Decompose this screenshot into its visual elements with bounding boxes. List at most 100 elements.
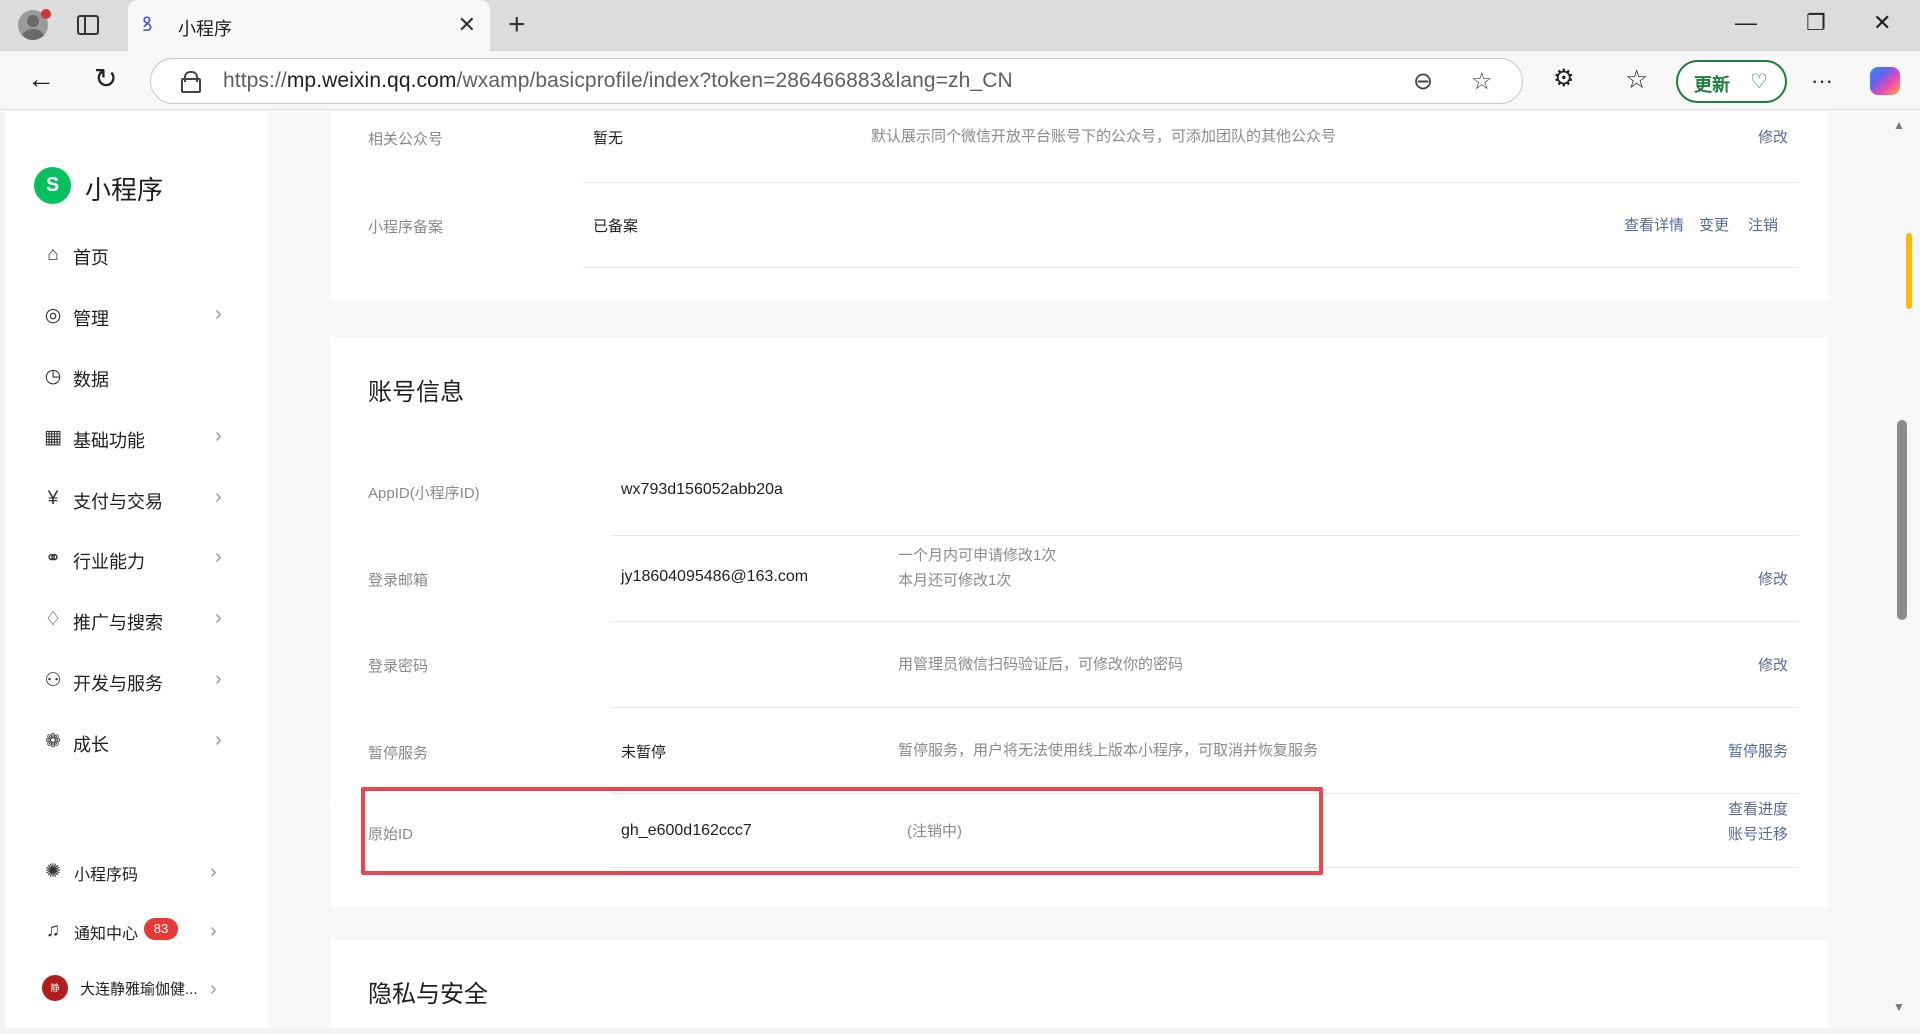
avatar: 静 [42,975,68,1001]
scroll-thumb[interactable] [1897,420,1907,620]
extensions-icon[interactable]: ⚙ [1553,63,1575,95]
growth-badge-icon: ❁ [45,731,61,752]
zoom-out-icon[interactable]: ⊖ [1413,67,1433,96]
favorite-star-icon[interactable]: ☆ [1471,67,1493,96]
profile-notification-dot [41,9,51,19]
url-text[interactable]: https://mp.weixin.qq.com/wxamp/basicprof… [223,69,1013,93]
sidebar-item-label: 支付与交易 [73,492,163,512]
chevron-right-icon: › [215,303,222,325]
scroll-up-arrow-icon[interactable]: ▲ [1893,118,1905,132]
update-button[interactable]: 更新 ♡ [1676,60,1787,103]
account-info-title: 账号信息 [368,379,464,406]
qrcode-icon: ✺ [45,861,61,882]
sidebar-item-basic-features[interactable]: ▦ 基础功能 › [5,418,268,458]
divider [611,535,1799,536]
sidebar-item-growth[interactable]: ❁ 成长 › [5,722,268,762]
chevron-right-icon: › [210,861,217,883]
pause-service-desc: 暂停服务，用户将无法使用线上版本小程序，可取消并恢复服务 [898,742,1319,759]
page-content: S 小程序 ⌂ 首页 ◎ 管理 › ◷ 数据 ▦ 基础功能 › ¥ 支付与交易 … [5,111,1897,1028]
sidebar-account[interactable]: 静 大连静雅瑜伽健... › [5,971,268,1007]
modify-password-link[interactable]: 修改 [1758,653,1788,678]
tab-actions-icon[interactable] [77,15,99,35]
chevron-right-icon: › [210,978,217,1000]
sidebar-item-development[interactable]: ⚇ 开发与服务 › [5,661,268,701]
manage-icon: ◎ [44,305,62,326]
chevron-right-icon: › [215,425,222,447]
sidebar-item-promotion[interactable]: ♢ 推广与搜索 › [5,600,268,640]
pause-service-value: 未暂停 [621,744,667,761]
sidebar: S 小程序 ⌂ 首页 ◎ 管理 › ◷ 数据 ▦ 基础功能 › ¥ 支付与交易 … [5,111,268,1028]
chevron-right-icon: › [215,486,222,508]
back-arrow-icon[interactable]: ← [27,63,55,95]
tab-close-icon[interactable]: ✕ [458,12,476,38]
address-bar[interactable]: https://mp.weixin.qq.com/wxamp/basicprof… [150,58,1523,104]
login-email-value: jy18604095486@163.com [621,568,809,585]
new-tab-button[interactable]: + [508,8,526,42]
account-migration-link[interactable]: 账号迁移 [1728,822,1788,847]
scroll-find-marker [1906,233,1912,309]
sidebar-item-industry[interactable]: ⚭ 行业能力 › [5,539,268,579]
sidebar-notifications[interactable]: ♫ 通知中心 83 › [5,913,268,949]
sidebar-qrcode[interactable]: ✺ 小程序码 › [5,854,268,890]
data-chart-icon: ◷ [44,366,62,387]
reload-icon[interactable]: ↻ [94,63,117,95]
privacy-security-title: 隐私与安全 [368,981,488,1008]
window-close-icon[interactable]: ✕ [1873,10,1891,36]
view-filing-details-link[interactable]: 查看详情 [1624,213,1684,238]
appid-value: wx793d156052abb20a [621,481,783,498]
related-official-account-desc: 默认展示同个微信开放平台账号下的公众号，可添加团队的其他公众号 [871,128,1337,145]
dev-service-icon: ⚇ [44,670,62,691]
related-official-account-label: 相关公众号 [368,131,444,148]
qrcode-label: 小程序码 [74,867,139,884]
miniprogram-favicon-icon: ꝸ [142,14,153,36]
email-desc-1: 一个月内可申请修改1次 [898,547,1057,564]
sidebar-item-home[interactable]: ⌂ 首页 [5,235,268,275]
minimize-icon[interactable]: — [1735,10,1757,36]
sidebar-item-label: 成长 [73,735,109,755]
chevron-right-icon: › [215,668,222,690]
tab-title: 小程序 [178,19,232,39]
notification-count-badge: 83 [144,918,178,940]
sidebar-item-label: 行业能力 [73,552,145,572]
email-desc-2: 本月还可修改1次 [898,572,1012,589]
login-email-label: 登录邮箱 [368,572,429,589]
login-password-label: 登录密码 [368,658,429,675]
browser-tab[interactable]: ꝸ 小程序 ✕ [128,0,490,51]
notify-label: 通知中心 [74,926,139,943]
pause-service-label: 暂停服务 [368,745,429,762]
filing-value: 已备案 [593,218,639,235]
browser-toolbar: ← ↻ https://mp.weixin.qq.com/wxamp/basic… [0,51,1920,110]
view-progress-link[interactable]: 查看进度 [1728,797,1788,822]
scroll-down-arrow-icon[interactable]: ▼ [1893,1000,1905,1014]
sidebar-item-payment[interactable]: ¥ 支付与交易 › [5,479,268,519]
change-filing-link[interactable]: 变更 [1699,213,1729,238]
sidebar-item-data[interactable]: ◷ 数据 [5,357,268,397]
divider [611,707,1799,708]
miniprogram-logo-icon: S [34,167,71,204]
update-heart-icon: ♡ [1750,71,1768,93]
home-icon: ⌂ [47,244,59,265]
cancel-filing-link[interactable]: 注销 [1748,213,1778,238]
chevron-right-icon: › [215,607,222,629]
related-info-card: 相关公众号 暂无 默认展示同个微信开放平台账号下的公众号，可添加团队的其他公众号… [330,111,1828,301]
sidebar-item-label: 基础功能 [73,431,145,451]
sidebar-item-manage[interactable]: ◎ 管理 › [5,296,268,336]
copilot-icon[interactable] [1870,67,1900,95]
related-official-account-value: 暂无 [593,130,624,147]
filing-label: 小程序备案 [368,219,444,236]
account-info-card: 账号信息 AppID(小程序ID) wx793d156052abb20a 登录邮… [330,337,1828,807]
modify-related-link[interactable]: 修改 [1758,125,1788,150]
favorites-icon[interactable]: ☆ [1625,63,1648,95]
app-name: 小程序 [85,175,164,205]
restore-icon[interactable]: ❐ [1806,10,1826,36]
industry-icon: ⚭ [45,548,61,569]
pause-service-link[interactable]: 暂停服务 [1728,739,1788,764]
appid-label: AppID(小程序ID) [368,485,480,502]
flame-icon: ♢ [44,609,62,630]
modify-email-link[interactable]: 修改 [1758,567,1788,592]
lock-icon[interactable] [181,71,201,93]
sidebar-item-label: 开发与服务 [73,674,163,694]
original-id-highlight-box [361,787,1323,875]
password-desc: 用管理员微信扫码验证后，可修改你的密码 [898,656,1184,673]
more-icon[interactable]: ··· [1811,65,1833,97]
